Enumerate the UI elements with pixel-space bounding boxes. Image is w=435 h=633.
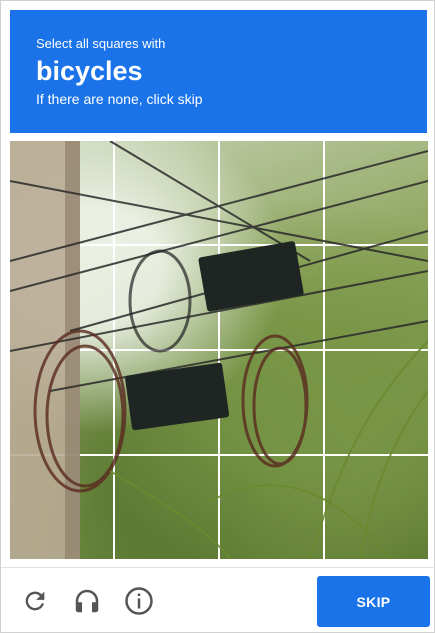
- grid-tile[interactable]: [115, 456, 218, 559]
- grid-tile[interactable]: [220, 141, 323, 244]
- challenge-hint: If there are none, click skip: [36, 91, 203, 107]
- challenge-target: bicycles: [36, 56, 143, 86]
- grid-tile[interactable]: [325, 456, 428, 559]
- info-icon[interactable]: [123, 585, 155, 617]
- headphones-icon[interactable]: [71, 585, 103, 617]
- challenge-instruction: Select all squares with: [36, 36, 166, 51]
- challenge-header: Select all squares with bicycles If ther…: [10, 10, 427, 133]
- grid-tile[interactable]: [325, 351, 428, 454]
- grid-tile[interactable]: [115, 141, 218, 244]
- grid-tile[interactable]: [220, 456, 323, 559]
- grid-tile[interactable]: [220, 351, 323, 454]
- grid-tile[interactable]: [220, 246, 323, 349]
- grid-tile[interactable]: [10, 246, 113, 349]
- refresh-icon[interactable]: [19, 585, 51, 617]
- grid-tile[interactable]: [10, 456, 113, 559]
- grid-tile[interactable]: [10, 351, 113, 454]
- grid-tile[interactable]: [325, 246, 428, 349]
- grid-tile[interactable]: [325, 141, 428, 244]
- grid-tile[interactable]: [115, 351, 218, 454]
- image-grid: [10, 141, 428, 559]
- skip-button[interactable]: SKIP: [317, 576, 430, 627]
- footer-divider: [1, 567, 435, 568]
- grid-tile[interactable]: [10, 141, 113, 244]
- grid-tile[interactable]: [115, 246, 218, 349]
- captcha-widget: Select all squares with bicycles If ther…: [0, 0, 435, 633]
